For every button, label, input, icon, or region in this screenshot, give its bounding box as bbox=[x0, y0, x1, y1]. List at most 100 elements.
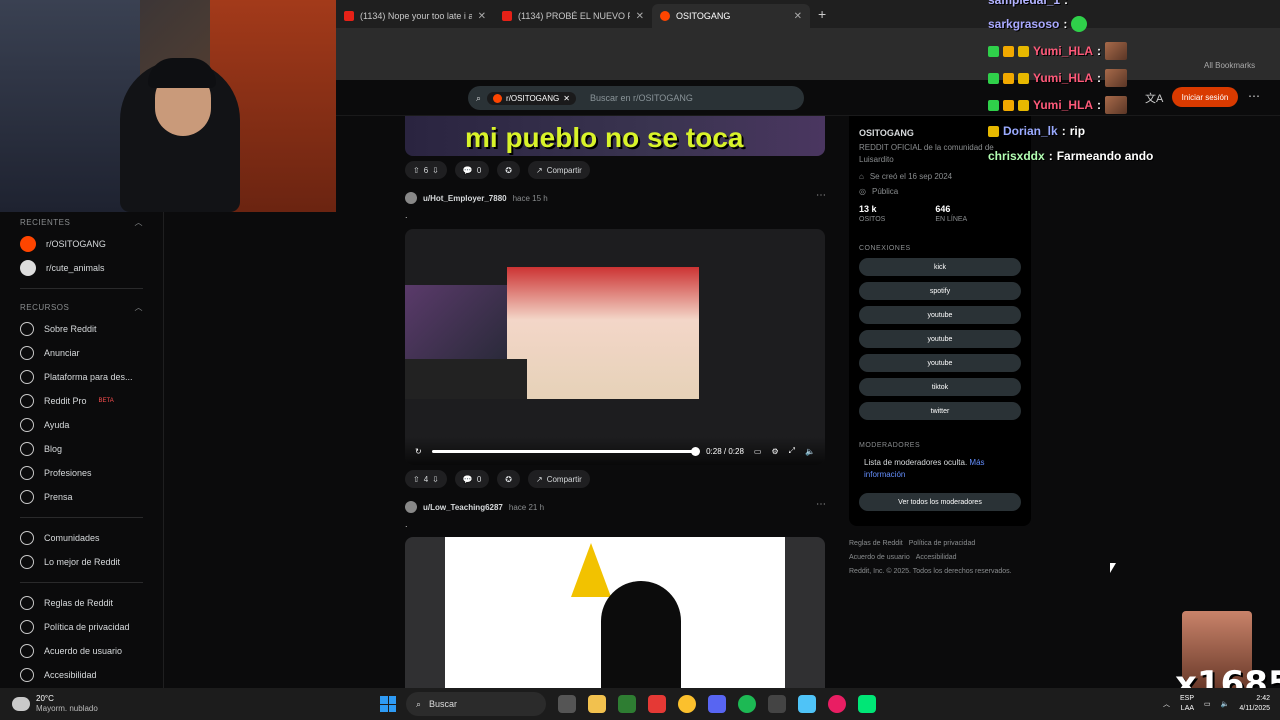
all-bookmarks[interactable]: All Bookmarks bbox=[1204, 61, 1255, 70]
clear-icon[interactable]: ✕ bbox=[563, 94, 570, 103]
taskbar-search[interactable]: ⌕ Buscar bbox=[406, 692, 546, 716]
connection-kick-button[interactable]: kick bbox=[859, 258, 1021, 276]
settings-icon[interactable]: ⚙ bbox=[771, 447, 778, 456]
sidebar-item-about[interactable]: Sobre Reddit bbox=[0, 317, 163, 341]
xbox-icon[interactable] bbox=[618, 695, 636, 713]
clock[interactable]: 2:42 4/11/2025 bbox=[1239, 694, 1270, 714]
sidebar-item-pro[interactable]: Reddit Pro BETA bbox=[0, 389, 163, 413]
chrome-icon[interactable] bbox=[678, 695, 696, 713]
upvote-icon[interactable]: ⇧ bbox=[413, 166, 420, 175]
footer-link[interactable]: Accesibilidad bbox=[916, 554, 957, 561]
award-button[interactable]: ✪ bbox=[497, 470, 520, 488]
accessibility-icon bbox=[20, 668, 34, 682]
connection-twitter-button[interactable]: twitter bbox=[859, 402, 1021, 420]
video-frame bbox=[405, 229, 825, 465]
fullscreen-icon[interactable]: ⤢ bbox=[789, 446, 795, 456]
network-icon[interactable]: ▭ bbox=[1204, 700, 1211, 708]
recent-section-header[interactable]: RECIENTES ︿ bbox=[0, 212, 163, 232]
search-input[interactable]: ⌕ r/OSITOGANG ✕ Buscar en r/OSITOGANG bbox=[468, 86, 804, 110]
post-image[interactable] bbox=[405, 537, 825, 688]
share-button[interactable]: ↗ Compartir bbox=[527, 470, 590, 488]
language-indicator[interactable]: ESP LAA bbox=[1180, 694, 1194, 714]
author-name[interactable]: u/Hot_Employer_7880 bbox=[423, 194, 507, 203]
view-moderators-button[interactable]: Ver todos los moderadores bbox=[859, 493, 1021, 511]
sidebar-item-rules[interactable]: Reglas de Reddit bbox=[0, 591, 163, 615]
comments-button[interactable]: 💬 0 bbox=[454, 470, 490, 488]
footer-link[interactable]: Política de privacidad bbox=[909, 540, 976, 547]
close-icon[interactable]: ✕ bbox=[478, 11, 486, 22]
connection-spotify-button[interactable]: spotify bbox=[859, 282, 1021, 300]
volume-icon[interactable]: 🔈 bbox=[805, 447, 815, 456]
avatar[interactable] bbox=[405, 501, 417, 513]
sidebar-item-help[interactable]: Ayuda bbox=[0, 413, 163, 437]
post-menu-icon[interactable]: ⋯ bbox=[816, 190, 826, 201]
video-webcam bbox=[405, 285, 507, 359]
discord-icon[interactable] bbox=[708, 695, 726, 713]
more-icon[interactable]: ⋯ bbox=[1248, 89, 1260, 103]
sidebar-item-advertise[interactable]: Anunciar bbox=[0, 341, 163, 365]
weather-widget[interactable]: 20°C Mayorm. nublado bbox=[0, 694, 380, 714]
sidebar-item-cute-animals[interactable]: r/cute_animals bbox=[0, 256, 163, 280]
upvote-icon[interactable]: ⇧ bbox=[413, 475, 420, 484]
connection-tiktok-button[interactable]: tiktok bbox=[859, 378, 1021, 396]
chat-message: Yumi_HLA: bbox=[988, 69, 1128, 87]
sidebar-item-ositogang[interactable]: r/OSITOGANG bbox=[0, 232, 163, 256]
community-chip[interactable]: r/OSITOGANG ✕ bbox=[487, 91, 576, 105]
taskview-icon[interactable] bbox=[558, 695, 576, 713]
video-progress[interactable] bbox=[431, 446, 701, 456]
close-icon[interactable]: ✕ bbox=[794, 11, 802, 22]
connection-youtube-button[interactable]: youtube bbox=[859, 306, 1021, 324]
new-tab-icon[interactable]: + bbox=[818, 6, 826, 22]
crown-badge-icon bbox=[988, 125, 999, 137]
video-player[interactable]: ↻ 0:28 / 0:28 ▭ ⚙ ⤢ 🔈 bbox=[405, 229, 825, 465]
obs-icon[interactable] bbox=[768, 695, 786, 713]
sidebar-item-agreement[interactable]: Acuerdo de usuario bbox=[0, 639, 163, 663]
avatar[interactable] bbox=[405, 192, 417, 204]
chat-username: sarkgrasoso bbox=[988, 17, 1060, 31]
volume-icon[interactable]: 🔈 bbox=[1221, 700, 1230, 708]
spotify-icon[interactable] bbox=[738, 695, 756, 713]
sidebar-item-accessibility[interactable]: Accesibilidad bbox=[0, 663, 163, 687]
post-menu-icon[interactable]: ⋯ bbox=[816, 499, 826, 510]
footer-link[interactable]: Reglas de Reddit bbox=[849, 540, 903, 547]
browser-tab[interactable]: (1134) Nope your too late i alre ✕ bbox=[336, 4, 494, 28]
notepad-icon[interactable] bbox=[798, 695, 816, 713]
resources-section-header[interactable]: RECURSOS ︿ bbox=[0, 297, 163, 317]
kick-icon[interactable] bbox=[858, 695, 876, 713]
windows-start-icon[interactable] bbox=[380, 696, 396, 712]
connection-youtube-button[interactable]: youtube bbox=[859, 330, 1021, 348]
author-name[interactable]: u/Low_Teaching6287 bbox=[423, 503, 503, 512]
close-icon[interactable]: ✕ bbox=[636, 11, 644, 22]
sidebar-item-blog[interactable]: Blog bbox=[0, 437, 163, 461]
downvote-icon[interactable]: ⇩ bbox=[432, 475, 439, 484]
opera-icon[interactable] bbox=[828, 695, 846, 713]
video-chat bbox=[405, 359, 527, 399]
browser-tab[interactable]: (1134) PROBÉ EL NUEVO PVZ R ✕ bbox=[494, 4, 652, 28]
divider bbox=[20, 517, 143, 518]
sidebar-item-platform[interactable]: Plataforma para des... bbox=[0, 365, 163, 389]
login-button[interactable]: Iniciar sesión bbox=[1172, 87, 1238, 107]
sidebar-item-communities[interactable]: Comunidades bbox=[0, 526, 163, 550]
browser-tab-active[interactable]: OSITOGANG ✕ bbox=[652, 4, 810, 28]
sidebar-item-best[interactable]: Lo mejor de Reddit bbox=[0, 550, 163, 574]
chevron-up-icon[interactable]: ︿ bbox=[1163, 699, 1170, 709]
award-button[interactable]: ✪ bbox=[497, 161, 520, 179]
connection-youtube-button[interactable]: youtube bbox=[859, 354, 1021, 372]
replay-icon[interactable]: ↻ bbox=[415, 447, 422, 456]
file-explorer-icon[interactable] bbox=[588, 695, 606, 713]
sidebar-item-privacy[interactable]: Política de privacidad bbox=[0, 615, 163, 639]
translate-icon[interactable]: 文A bbox=[1145, 90, 1163, 106]
share-button[interactable]: ↗ Compartir bbox=[527, 161, 590, 179]
captions-icon[interactable]: ▭ bbox=[754, 447, 762, 456]
comments-button[interactable]: 💬 0 bbox=[454, 161, 490, 179]
privacy-icon bbox=[20, 620, 34, 634]
footer-link[interactable]: Acuerdo de usuario bbox=[849, 554, 910, 561]
sidebar-item-press[interactable]: Prensa bbox=[0, 485, 163, 509]
sidebar-item-careers[interactable]: Profesiones bbox=[0, 461, 163, 485]
vote-control[interactable]: ⇧ 6 ⇩ bbox=[405, 161, 447, 179]
downvote-icon[interactable]: ⇩ bbox=[432, 166, 439, 175]
sidebar-item-label: Reddit Pro bbox=[44, 396, 87, 406]
post-image[interactable]: mi pueblo no se toca bbox=[405, 116, 825, 156]
app-icon[interactable] bbox=[648, 695, 666, 713]
vote-control[interactable]: ⇧ 4 ⇩ bbox=[405, 470, 447, 488]
